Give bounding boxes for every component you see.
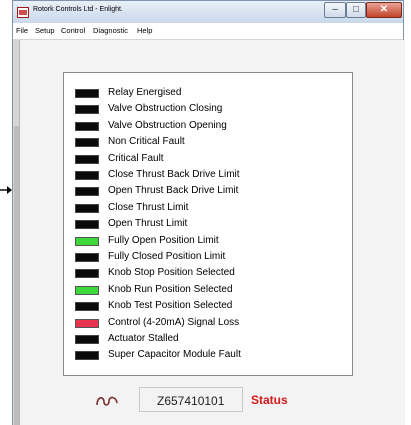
title-bar[interactable]: Rotork Controls Ltd - Enlight. – □ ✕ [13,1,403,23]
app-window: Rotork Controls Ltd - Enlight. – □ ✕ Fil… [12,0,405,425]
menu-setup[interactable]: Setup [35,26,55,35]
status-label-text: Valve Obstruction Closing [108,103,223,115]
status-label-text: Non Critical Fault [108,136,185,148]
status-led-indicator [75,138,99,148]
status-label-text: Knob Test Position Selected [108,300,233,312]
maximize-icon: □ [352,4,360,15]
status-label-text: Actuator Stalled [108,333,179,344]
status-led-indicator [75,318,99,328]
status-led-indicator [75,171,99,180]
status-led-indicator [75,187,99,197]
status-label: Status [251,393,288,407]
status-label-text: Critical Fault [108,152,164,164]
menu-control[interactable]: Control [61,26,85,35]
status-led-indicator [75,269,99,279]
maximize-button[interactable]: □ [346,2,366,18]
status-label-text: Control (4-20mA) Signal Loss [108,316,240,328]
status-led-indicator [75,105,99,115]
status-led-indicator [75,89,99,98]
menu-bar: File Setup Control Diagnostic Help [13,23,403,40]
menu-file[interactable]: File [16,26,28,35]
app-icon [17,7,29,18]
scrollbar-thumb[interactable] [14,126,19,425]
status-led-indicator [75,253,99,262]
status-led-indicator [75,302,99,312]
status-label-text: Knob Stop Position Selected [108,267,235,279]
status-label-text: Relay Energised [108,87,182,98]
status-led-indicator [75,121,99,131]
status-indicator-panel: Relay Energised Valve Obstruction Closing… [63,72,353,376]
status-led-indicator [75,351,99,361]
status-led-indicator [75,154,99,164]
status-label-text: Valve Obstruction Opening [108,119,227,131]
close-icon: ✕ [379,4,389,15]
close-button[interactable]: ✕ [366,2,402,18]
rotork-logo-icon [96,396,118,406]
window-title: Rotork Controls Ltd - Enlight. [33,6,123,13]
status-led-indicator [75,220,99,230]
status-label-text: Fully Closed Position Limit [108,251,226,262]
status-led-indicator [75,236,99,246]
pointer-arrow-icon [0,186,12,194]
status-led-indicator [75,203,99,213]
minimize-button[interactable]: – [324,2,346,18]
status-label-text: Open Thrust Back Drive Limit [108,185,239,197]
status-label-text: Fully Open Position Limit [108,234,219,246]
menu-diagnostic[interactable]: Diagnostic [93,26,128,35]
status-led-indicator [75,335,99,344]
status-label-text: Knob Run Position Selected [108,283,233,295]
vertical-scrollbar[interactable] [13,40,20,425]
minimize-icon: – [332,4,338,15]
status-label-text: Super Capacitor Module Fault [108,349,241,361]
menu-help[interactable]: Help [137,26,152,35]
status-led-indicator [75,285,99,295]
serial-number: Z657410101 [157,394,225,408]
status-label-text: Close Thrust Limit [108,201,189,213]
status-label-text: Close Thrust Back Drive Limit [108,169,240,180]
status-label-text: Open Thrust Limit [108,218,188,230]
